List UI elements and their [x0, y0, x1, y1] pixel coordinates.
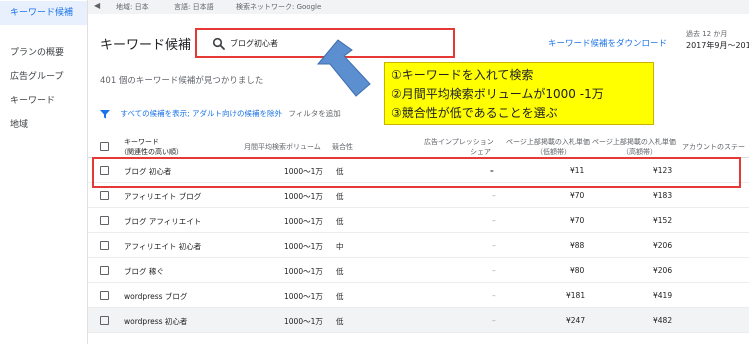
col-account-status[interactable]: アカウントのステー	[682, 142, 745, 152]
col-bid-low-sub: （低額帯）	[536, 148, 571, 156]
sidebar-item-plan-overview[interactable]: プランの概要	[0, 41, 87, 65]
row-volume: 1000～1万	[284, 267, 323, 276]
active-filter-text[interactable]: すべての候補を表示; アダルト向けの候補を除外	[120, 109, 282, 118]
location-setting[interactable]: 地域: 日本	[116, 2, 149, 12]
row-bid-high: ¥152	[653, 216, 673, 225]
row-checkbox[interactable]	[100, 266, 109, 275]
row-volume: 1000～1万	[284, 242, 323, 251]
row-keyword: wordpress 初心者	[124, 317, 188, 326]
row-competition: 低	[336, 217, 344, 226]
col-bid-high[interactable]: ページ上部掲載の入札単価	[592, 137, 676, 147]
row-impression: –	[492, 216, 496, 225]
row-bid-high: ¥419	[653, 291, 673, 300]
row-bid-low: ¥88	[570, 241, 585, 250]
row-checkbox[interactable]	[100, 316, 109, 325]
col-impression[interactable]: 広告インプレッション	[424, 137, 494, 147]
row-bid-high: ¥206	[653, 241, 673, 250]
date-range-label: 過去 12 か月	[686, 30, 728, 38]
row-keyword: ブログ 稼ぐ	[124, 267, 164, 276]
search-query-text[interactable]: ブログ初心者	[230, 38, 278, 49]
row-checkbox[interactable]	[100, 216, 109, 225]
row-competition: 中	[336, 242, 344, 251]
result-count: 401 個のキーワード候補が見つかりました	[100, 76, 264, 86]
row-volume: 1000～1万	[284, 317, 323, 326]
download-ideas-link[interactable]: キーワード候補をダウンロード	[548, 37, 667, 49]
annotation-note: ①キーワードを入れて検索 ②月間平均検索ボリュームが1000 -1万 ③競合性が…	[384, 62, 654, 125]
row-impression: –	[492, 191, 496, 200]
row-volume: 1000～1万	[284, 217, 323, 226]
targeting-bar: ◀ 地域: 日本 言語: 日本語 検索ネットワーク: Google	[88, 0, 749, 14]
table-row[interactable]: wordpress ブログ 1000～1万 低 – ¥181 ¥419	[88, 283, 749, 308]
row-volume: 1000～1万	[284, 292, 323, 301]
row-keyword: アフィリエイト 初心者	[124, 242, 202, 251]
table-row[interactable]: wordpress 初心者 1000～1万 低 – ¥247 ¥482	[88, 308, 749, 333]
row-bid-low: ¥80	[570, 266, 585, 275]
row-competition: 低	[336, 192, 344, 201]
col-bid-low[interactable]: ページ上部掲載の入札単価	[506, 137, 590, 147]
col-keyword-sub: （関連性の高い順）	[120, 148, 183, 156]
row-bid-high: ¥206	[653, 266, 673, 275]
language-setting[interactable]: 言語: 日本語	[174, 2, 214, 12]
note-line-3: ③競合性が低であることを選ぶ	[391, 106, 558, 120]
col-impression-sub: シェア	[470, 148, 491, 156]
row-bid-low: ¥70	[570, 216, 585, 225]
page-title: キーワード候補	[100, 38, 192, 53]
row-keyword: アフィリエイト ブログ	[124, 192, 202, 201]
row-volume: 1000～1万	[284, 192, 323, 201]
note-line-2: ②月間平均検索ボリュームが1000 -1万	[391, 87, 604, 101]
row-checkbox[interactable]	[100, 291, 109, 300]
date-range-value: 2017年9月～2018	[686, 41, 749, 50]
search-icon	[212, 37, 225, 50]
note-line-1: ①キーワードを入れて検索	[391, 68, 534, 82]
row-checkbox[interactable]	[100, 241, 109, 250]
row-impression: –	[492, 316, 496, 325]
sidebar-item-locations[interactable]: 地域	[0, 113, 87, 137]
filter-row: すべての候補を表示; アダルト向けの候補を除外 フィルタを追加	[100, 108, 341, 119]
row-checkbox[interactable]	[100, 191, 109, 200]
sidebar: キーワード候補 プランの概要 広告グループ キーワード 地域	[0, 0, 88, 344]
row-keyword: ブログ アフィリエイト	[124, 217, 202, 226]
row-bid-low: ¥70	[570, 191, 585, 200]
row-impression: –	[492, 266, 496, 275]
sidebar-item-ad-groups[interactable]: 広告グループ	[0, 65, 87, 89]
col-competition[interactable]: 競合性	[332, 142, 353, 152]
table-row[interactable]: アフィリエイト 初心者 1000～1万 中 – ¥88 ¥206	[88, 233, 749, 258]
col-bid-high-sub: （高額帯）	[622, 148, 657, 156]
row-bid-low: ¥181	[566, 291, 586, 300]
row-bid-high: ¥183	[653, 191, 673, 200]
keyword-planner-screen: キーワード候補 プランの概要 広告グループ キーワード 地域 ◀ 地域: 日本 …	[0, 0, 749, 344]
col-keyword[interactable]: キーワード	[124, 137, 159, 147]
table-row[interactable]: ブログ アフィリエイト 1000～1万 低 – ¥70 ¥152	[88, 208, 749, 233]
row-highlight-box	[92, 157, 741, 188]
table-header: キーワード （関連性の高い順） 月間平均検索ボリューム 競合性 広告インプレッシ…	[88, 130, 749, 158]
add-filter-link[interactable]: フィルタを追加	[288, 109, 340, 118]
row-keyword: wordpress ブログ	[124, 292, 188, 301]
sidebar-item-keywords[interactable]: キーワード	[0, 89, 87, 113]
select-all-checkbox[interactable]	[100, 142, 109, 151]
filter-icon[interactable]	[100, 109, 110, 119]
row-competition: 低	[336, 292, 344, 301]
date-range-selector[interactable]: 過去 12 か月 2017年9月～2018	[686, 28, 749, 52]
col-volume[interactable]: 月間平均検索ボリューム	[244, 142, 321, 152]
row-bid-high: ¥482	[653, 316, 673, 325]
collapse-arrow-icon[interactable]: ◀	[94, 1, 100, 10]
table-row[interactable]: ブログ 稼ぐ 1000～1万 低 – ¥80 ¥206	[88, 258, 749, 283]
row-impression: –	[492, 241, 496, 250]
row-impression: –	[492, 291, 496, 300]
annotation-arrow-icon	[316, 39, 371, 97]
row-competition: 低	[336, 267, 344, 276]
sidebar-item-keyword-ideas[interactable]: キーワード候補	[0, 1, 87, 25]
row-bid-low: ¥247	[566, 316, 586, 325]
row-competition: 低	[336, 317, 344, 326]
network-setting[interactable]: 検索ネットワーク: Google	[236, 2, 321, 12]
